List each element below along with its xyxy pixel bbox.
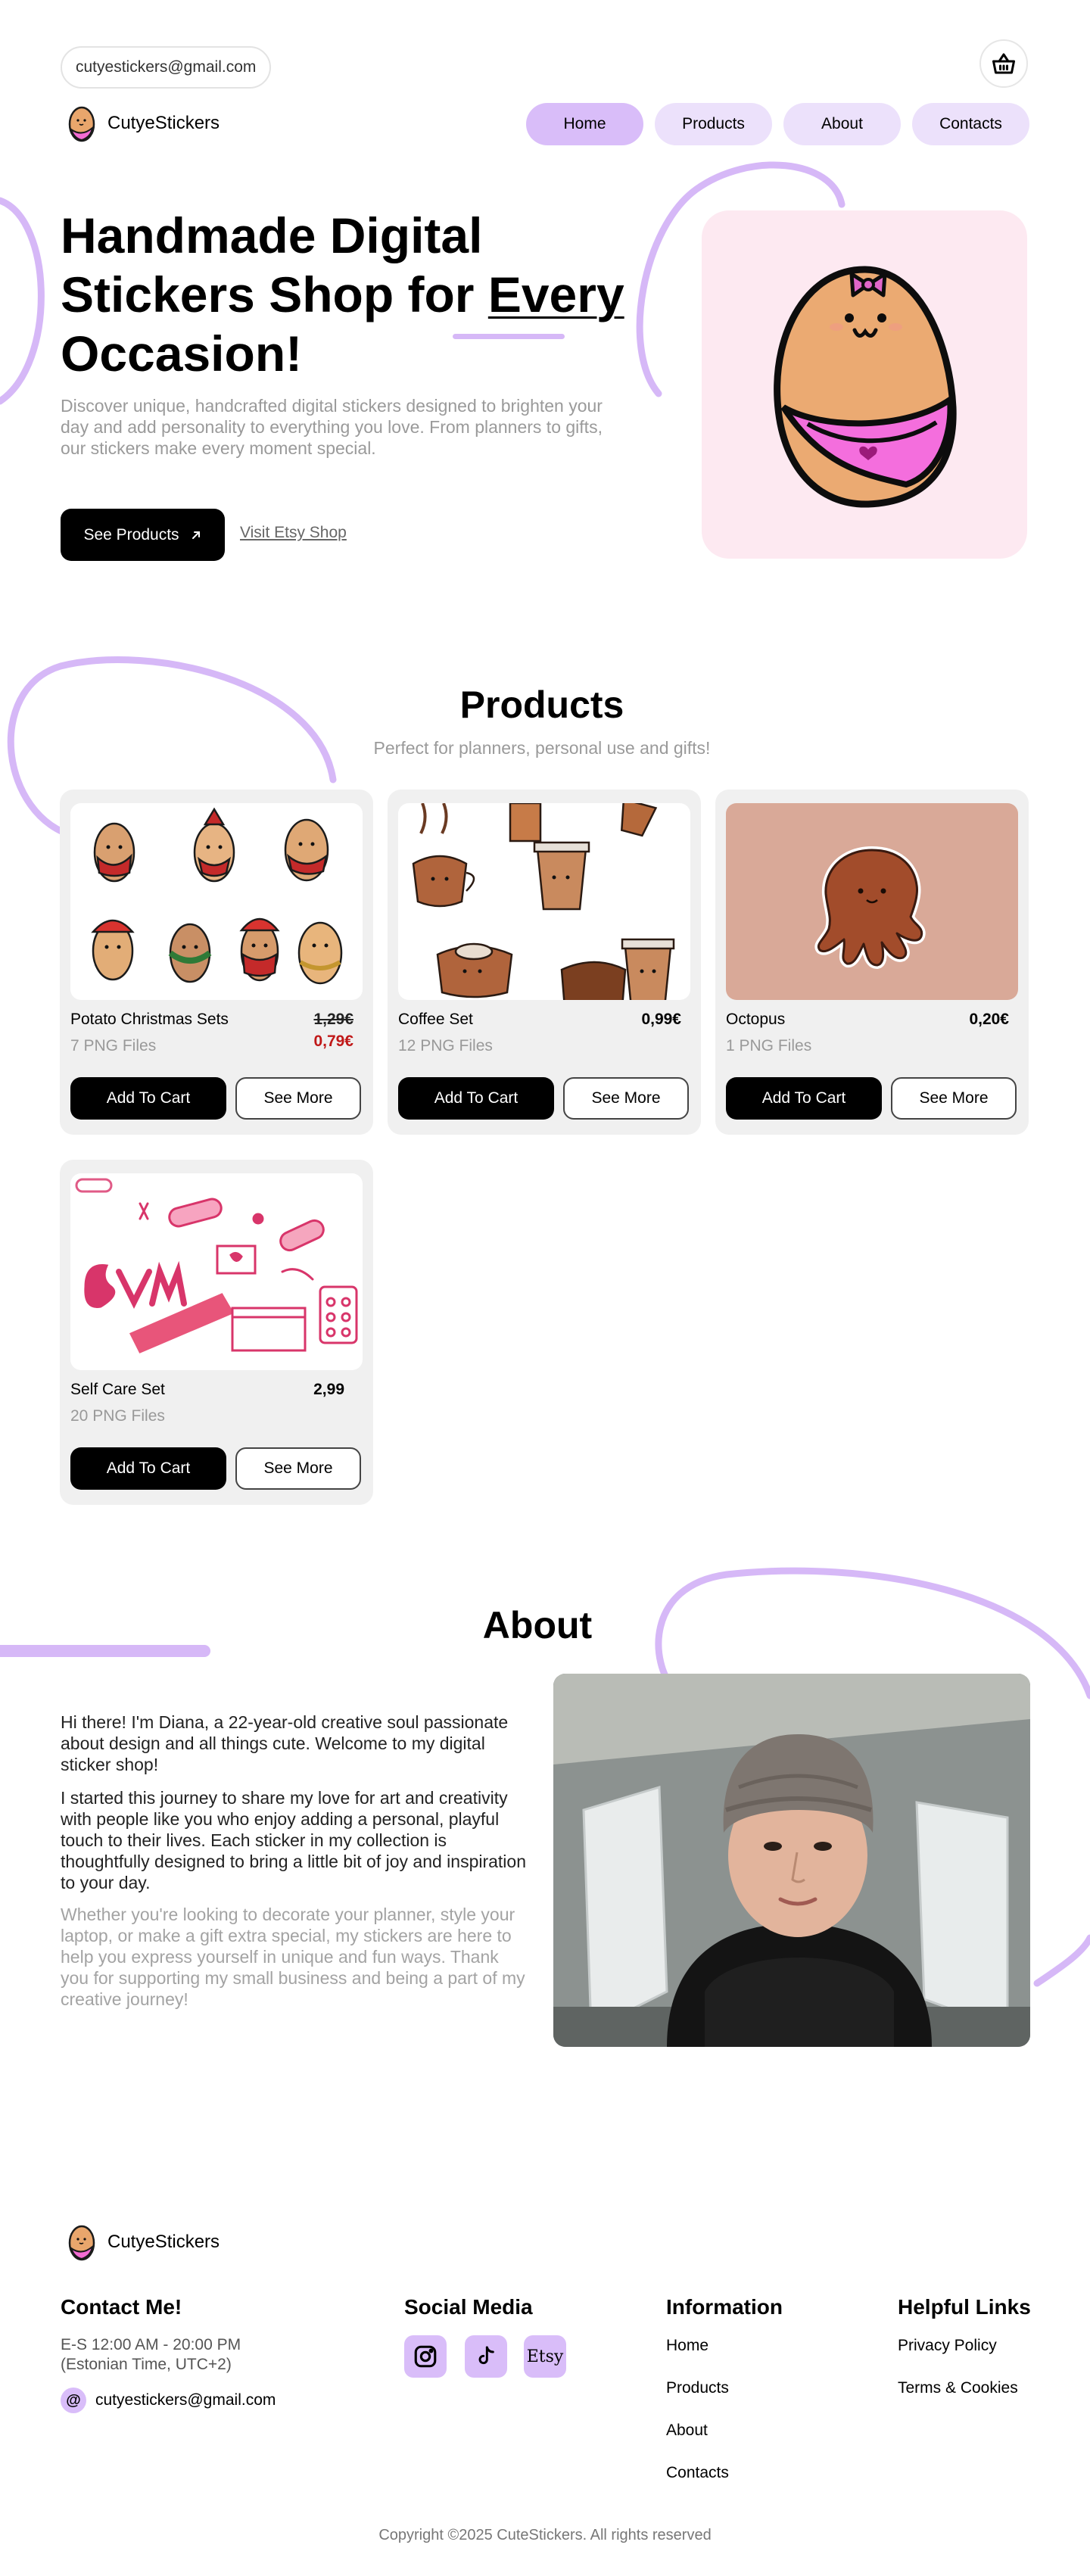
footer-link-products[interactable]: Products [666,2379,729,2397]
hero-title-line3: Occasion! [61,326,303,382]
contact-email-text: cutyestickers@gmail.com [95,2391,276,2409]
add-to-cart-button[interactable]: Add To Cart [70,1447,226,1490]
product-card-potato-christmas[interactable]: Potato Christmas Sets 7 PNG Files 1,29€ … [60,790,373,1135]
product-name: Potato Christmas Sets [70,1011,229,1028]
product-old-price: 1,29€ [313,1011,353,1028]
potato-christmas-stickers-image [91,807,343,985]
product-name: Self Care Set [70,1381,165,1398]
footer-link-home[interactable]: Home [666,2337,708,2355]
nav-home[interactable]: Home [526,103,643,145]
see-products-label: See Products [83,525,179,544]
potato-mascot-illustration [774,266,957,508]
nav-contacts[interactable]: Contacts [912,103,1029,145]
hero-description: Discover unique, handcrafted digital sti… [61,396,603,458]
product-files: 20 PNG Files [70,1407,165,1425]
about-paragraph-3: Whether you're looking to decorate your … [61,1905,525,2009]
contact-hours-line1: E-S 12:00 AM - 20:00 PM [61,2336,241,2353]
self-care-stickers-image [75,1178,358,1353]
product-card-coffee-set[interactable]: Coffee Set 12 PNG Files 0,99€ Add To Car… [388,790,701,1135]
copyright: Copyright ©2025 CuteStickers. All rights… [378,2527,712,2543]
see-more-button[interactable]: See More [563,1077,689,1120]
product-sale-price: 0,79€ [313,1033,353,1050]
see-more-button[interactable]: See More [235,1447,361,1490]
product-card-octopus[interactable]: Octopus 1 PNG Files 0,20€ Add To Cart Se… [715,790,1029,1135]
footer-brand[interactable]: CutyeStickers [67,2222,220,2262]
hero-title-plain: Shop for [254,266,488,322]
main-nav: Home Products About Contacts [526,103,1029,145]
hero-title-bold-2: Stickers [61,266,255,322]
potato-logo-icon [68,2225,95,2261]
products-subtitle: Perfect for planners, personal use and g… [373,738,711,758]
tiktok-button[interactable] [465,2335,507,2378]
about-title: About [482,1604,593,1646]
product-price: 0,99€ [641,1011,681,1028]
social-title: Social Media [404,2295,533,2319]
product-image [726,803,1018,1000]
at-sign-icon: @ [61,2388,86,2413]
about-paragraph-2: I started this journey to share my love … [61,1788,527,1892]
contact-title: Contact Me! [61,2295,182,2319]
nav-products[interactable]: Products [655,103,772,145]
product-files: 7 PNG Files [70,1037,157,1054]
information-title: Information [666,2295,783,2319]
etsy-icon: Etsy [526,2347,564,2366]
brand[interactable]: CutyeStickers [67,104,220,143]
portrait-image [553,1674,1030,2047]
footer-link-terms[interactable]: Terms & Cookies [898,2379,1018,2397]
add-to-cart-button[interactable]: Add To Cart [70,1077,226,1120]
about-portrait-photo [553,1674,1030,2047]
hero-title-bold-1: Handmade Digital [61,207,483,263]
footer-link-privacy[interactable]: Privacy Policy [898,2337,997,2355]
product-card-self-care[interactable]: Self Care Set 20 PNG Files 2,99 Add To C… [60,1160,373,1505]
octopus-sticker-image [814,846,926,969]
cart-button[interactable] [979,39,1028,88]
footer-link-about[interactable]: About [666,2422,708,2440]
shopping-basket-icon [992,53,1015,74]
hero-title-underlined: Every [487,266,624,322]
etsy-button[interactable]: Etsy [524,2335,566,2378]
product-name: Octopus [726,1011,786,1028]
add-to-cart-button[interactable]: Add To Cart [398,1077,554,1120]
hero-image-card [702,210,1027,559]
product-name: Coffee Set [398,1011,473,1028]
helpful-links-title: Helpful Links [898,2295,1031,2319]
product-price: 0,20€ [969,1011,1009,1028]
arrow-up-right-icon [192,531,200,539]
hero-title: Handmade Digital Stickers Shop for Every… [61,206,636,383]
instagram-icon [414,2345,437,2368]
visit-etsy-link[interactable]: Visit Etsy Shop [240,524,347,542]
product-price: 2,99 [313,1381,344,1398]
contact-hours-line2: (Estonian Time, UTC+2) [61,2356,232,2373]
add-to-cart-button[interactable]: Add To Cart [726,1077,882,1120]
products-title: Products [459,684,624,726]
coffee-stickers-image [412,803,675,1000]
see-products-button[interactable]: See Products [61,509,225,561]
header-email[interactable]: cutyestickers@gmail.com [61,46,272,89]
product-image [70,803,363,1000]
footer-link-contacts[interactable]: Contacts [666,2464,729,2482]
nav-about[interactable]: About [783,103,901,145]
product-files: 1 PNG Files [726,1037,812,1054]
see-more-button[interactable]: See More [891,1077,1017,1120]
product-files: 12 PNG Files [398,1037,493,1054]
product-image [70,1173,363,1370]
about-paragraph-1: Hi there! I'm Diana, a 22-year-old creat… [61,1712,509,1774]
tiktok-icon [478,2346,494,2365]
brand-name: CutyeStickers [107,113,220,133]
contact-email[interactable]: @ cutyestickers@gmail.com [61,2388,276,2413]
potato-logo-icon [68,106,95,142]
footer-brand-name: CutyeStickers [107,2232,220,2252]
hero-accent-underline [453,334,565,339]
see-more-button[interactable]: See More [235,1077,361,1120]
product-image [398,803,690,1000]
instagram-button[interactable] [404,2335,447,2378]
